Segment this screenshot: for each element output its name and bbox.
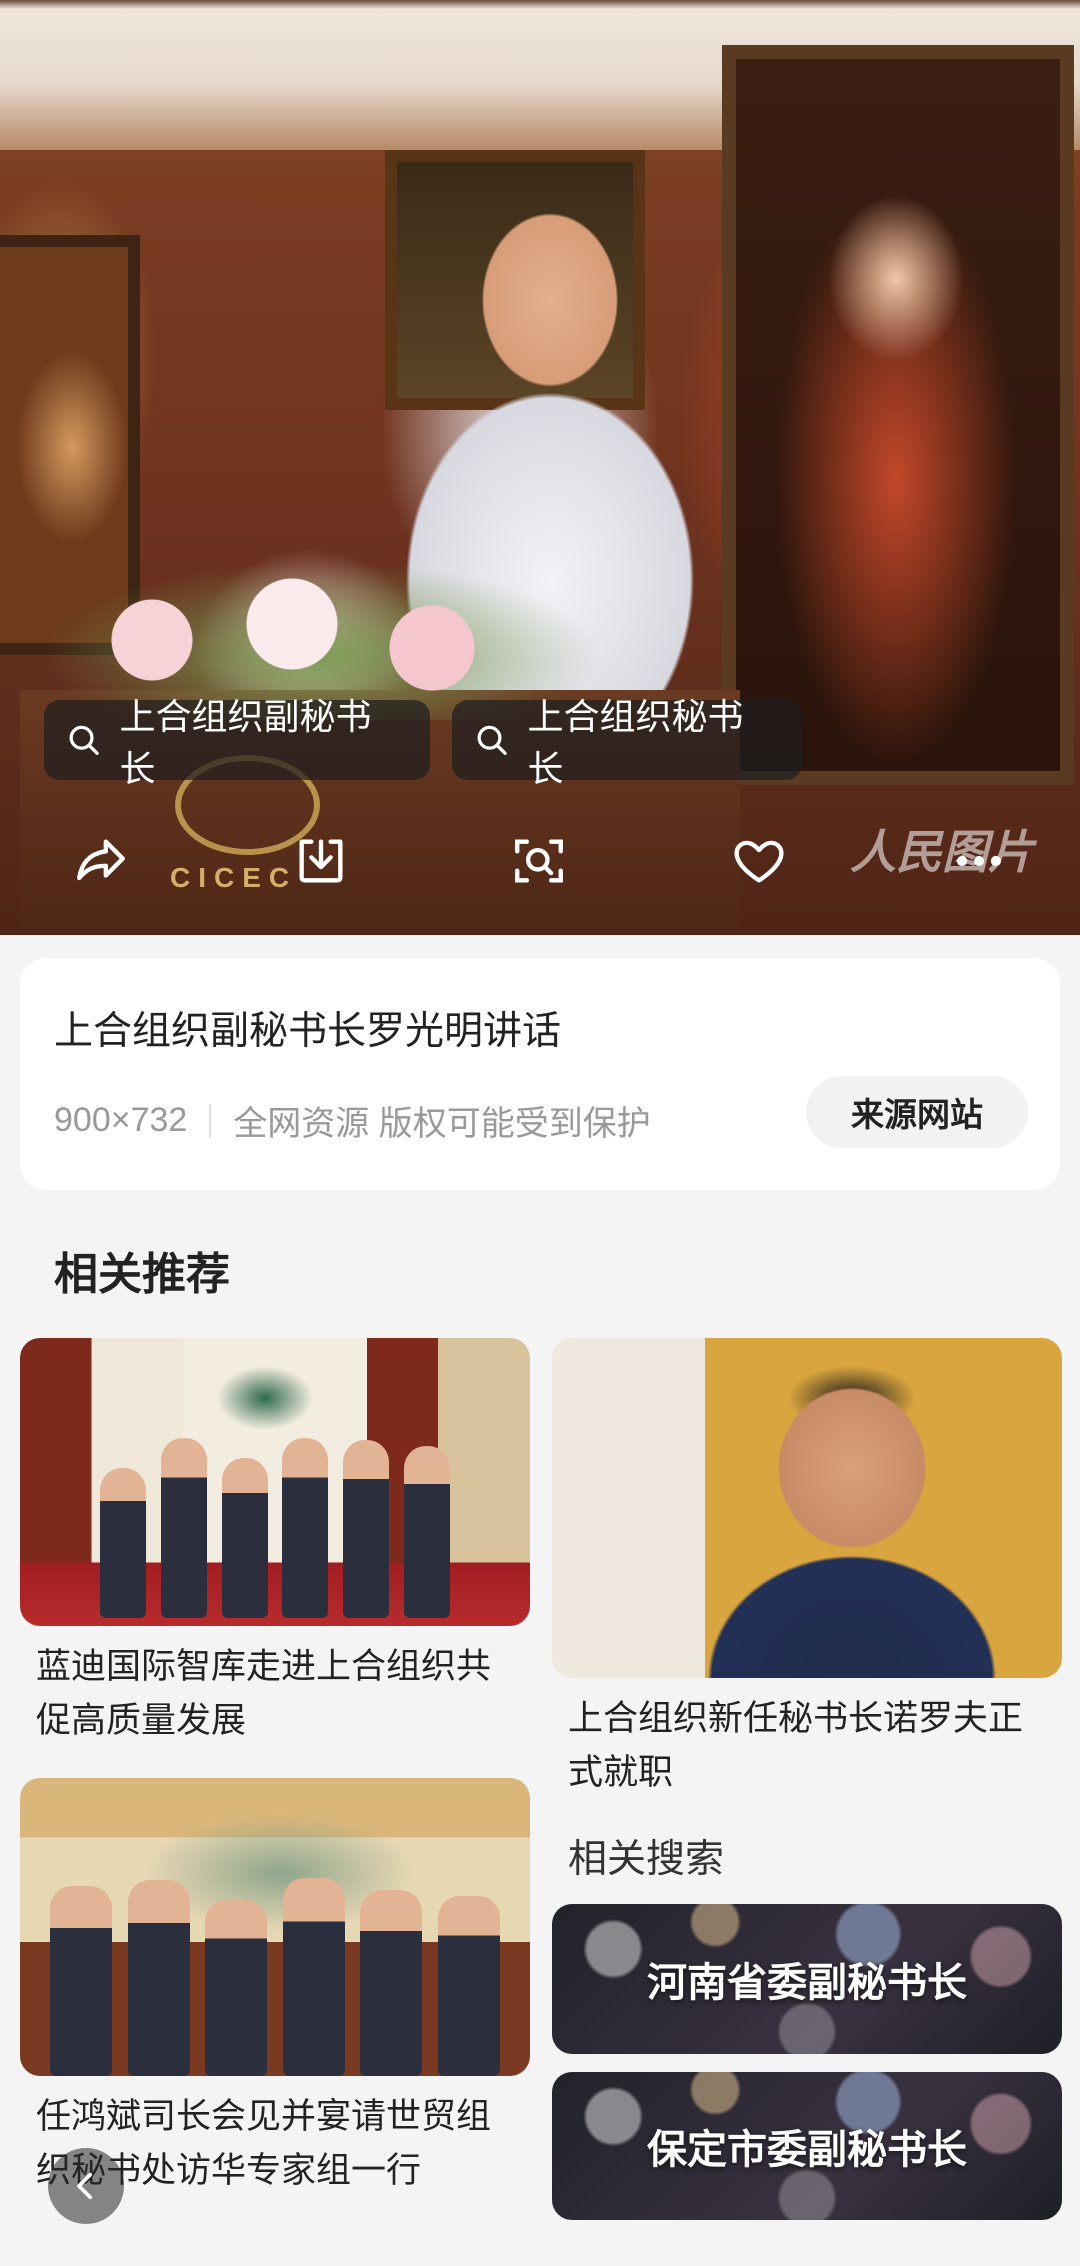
search-chip-2[interactable]: 上合组织秘书长 — [452, 696, 802, 789]
painting-right — [722, 45, 1074, 785]
share-button[interactable] — [72, 832, 130, 890]
image-info-card: 上合组织副秘书长罗光明讲话 900×732 全网资源 版权可能受到保护 来源网站 — [20, 958, 1060, 1190]
recommend-caption[interactable]: 上合组织新任秘书长诺罗夫正式就职 — [552, 1678, 1062, 1800]
recommend-thumbnail[interactable] — [20, 1338, 530, 1626]
download-icon — [299, 839, 343, 883]
heart-icon — [734, 840, 784, 883]
search-chip-1[interactable]: 上合组织副秘书长 — [44, 696, 430, 789]
recommend-thumbnail[interactable] — [552, 1338, 1062, 1678]
section-title-recommend: 相关推荐 — [54, 1250, 230, 1299]
group-photo-figures — [50, 1876, 500, 2076]
meta-divider — [209, 1103, 212, 1138]
image-title: 上合组织副秘书长罗光明讲话 — [54, 1010, 562, 1053]
download-button[interactable] — [292, 832, 350, 890]
recommend-caption[interactable]: 蓝迪国际智库走进上合组织共促高质量发展 — [20, 1626, 530, 1748]
related-search-title: 相关搜索 — [568, 1838, 725, 1881]
share-icon — [77, 839, 125, 881]
related-search-item[interactable]: 河南省委副秘书长 — [552, 1904, 1062, 2054]
back-button[interactable] — [48, 2148, 124, 2224]
source-site-button[interactable]: 来源网站 — [806, 1076, 1028, 1148]
recommend-thumbnail[interactable] — [20, 1778, 530, 2076]
search-chip-label: 上合组织秘书长 — [527, 696, 744, 789]
visual-search-button[interactable] — [510, 832, 568, 890]
chevron-left-icon — [77, 2172, 93, 2200]
search-chip-label: 上合组织副秘书长 — [119, 696, 372, 789]
image-dimensions: 900×732 — [54, 1101, 188, 1139]
more-dots-icon — [957, 855, 1001, 867]
search-icon — [69, 725, 99, 755]
hero-image[interactable]: CICEC 人民图片 上合组织副秘书长 上合组织秘书长 — [0, 0, 1080, 935]
recommend-card[interactable]: 任鸿斌司长会见并宴请世贸组织秘书处访华专家组一行 — [20, 1778, 530, 2198]
favorite-button[interactable] — [730, 832, 788, 890]
recommend-card[interactable]: 上合组织新任秘书长诺罗夫正式就职 — [552, 1338, 1062, 1800]
scan-search-icon — [515, 839, 563, 883]
podium-logo-text: CICEC — [170, 862, 298, 893]
recommend-card[interactable]: 蓝迪国际智库走进上合组织共促高质量发展 — [20, 1338, 530, 1748]
image-meta: 900×732 全网资源 版权可能受到保护 — [54, 1096, 651, 1145]
copyright-notice: 全网资源 版权可能受到保护 — [233, 1105, 651, 1143]
search-icon — [477, 725, 507, 755]
related-search-item[interactable]: 保定市委副秘书长 — [552, 2072, 1062, 2220]
group-photo-figures — [100, 1428, 450, 1618]
more-button[interactable] — [950, 832, 1008, 890]
